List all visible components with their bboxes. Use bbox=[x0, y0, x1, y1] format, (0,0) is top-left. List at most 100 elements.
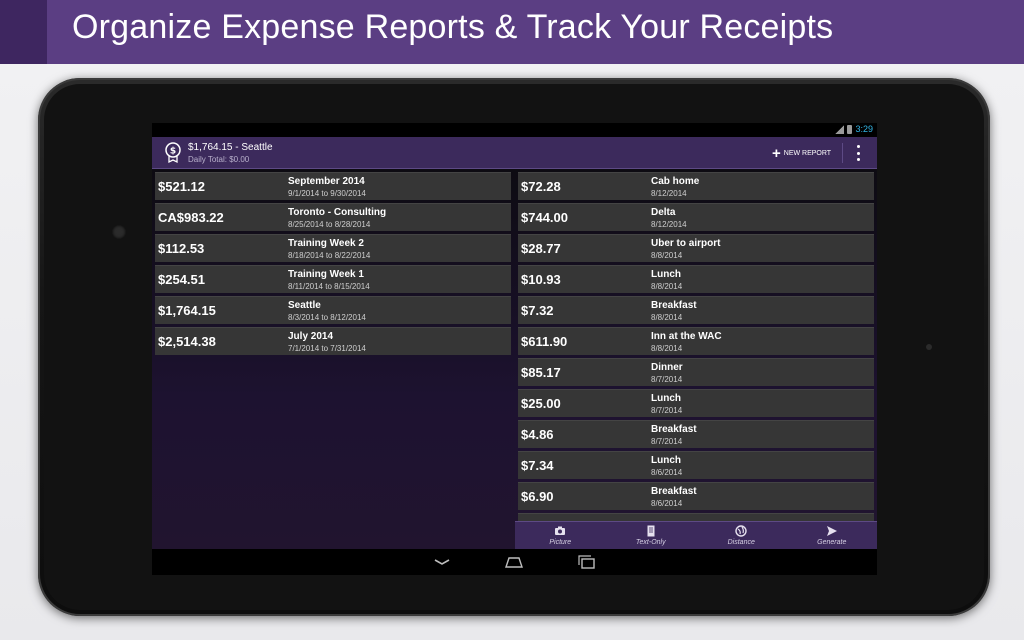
report-row[interactable]: $2,514.38 July 2014 7/1/2014 to 7/31/201… bbox=[155, 327, 511, 355]
status-clock: 3:29 bbox=[855, 124, 873, 134]
report-row[interactable]: $521.12 September 2014 9/1/2014 to 9/30/… bbox=[155, 172, 511, 200]
camera-icon bbox=[555, 526, 566, 535]
receipt-name: Lunch bbox=[651, 269, 681, 280]
receipt-name: Breakfast bbox=[651, 300, 697, 311]
new-report-button[interactable]: + NEW REPORT bbox=[772, 144, 831, 162]
report-name: July 2014 bbox=[288, 331, 334, 342]
send-icon bbox=[826, 526, 837, 536]
light-sensor bbox=[926, 344, 932, 350]
picture-button[interactable]: Picture bbox=[515, 522, 606, 549]
receipt-dollar-icon[interactable]: $ bbox=[164, 142, 182, 164]
svg-text:$: $ bbox=[170, 147, 176, 157]
receipts-list[interactable]: $72.28 Cab home 8/12/2014 $744.00 Delta … bbox=[518, 172, 874, 521]
receipt-name: Dinner bbox=[651, 362, 683, 373]
receipt-date: 8/12/2014 bbox=[651, 189, 687, 198]
receipt-amount: $611.90 bbox=[521, 334, 568, 349]
home-icon[interactable] bbox=[503, 554, 525, 570]
new-report-label: NEW REPORT bbox=[783, 149, 832, 157]
report-amount: CA$983.22 bbox=[158, 210, 224, 225]
receipt-row[interactable]: $744.00 Delta 8/12/2014 bbox=[518, 203, 874, 231]
report-dates: 7/1/2014 to 7/31/2014 bbox=[288, 344, 366, 353]
receipt-toolbar: Picture Text-Only Distance Generate bbox=[515, 521, 877, 549]
receipt-date: 8/7/2014 bbox=[651, 437, 683, 446]
report-row[interactable]: $112.53 Training Week 2 8/18/2014 to 8/2… bbox=[155, 234, 511, 262]
generate-button[interactable]: Generate bbox=[787, 522, 878, 549]
picture-label: Picture bbox=[549, 539, 572, 546]
report-amount: $521.12 bbox=[158, 179, 205, 194]
receipt-row[interactable]: $611.90 Inn at the WAC 8/8/2014 bbox=[518, 327, 874, 355]
report-amount: $112.53 bbox=[158, 241, 205, 256]
receipt-row[interactable]: $7.34 Lunch 8/6/2014 bbox=[518, 451, 874, 479]
report-dates: 9/1/2014 to 9/30/2014 bbox=[288, 189, 366, 198]
receipt-amount: $28.77 bbox=[521, 241, 561, 256]
report-row[interactable]: $1,764.15 Seattle 8/3/2014 to 8/12/2014 bbox=[155, 296, 511, 324]
receipt-amount: $10.93 bbox=[521, 272, 561, 287]
receipt-row[interactable]: $10.93 Lunch 8/8/2014 bbox=[518, 265, 874, 293]
receipt-amount: $744.00 bbox=[521, 210, 568, 225]
report-name: September 2014 bbox=[288, 176, 365, 187]
back-icon[interactable] bbox=[431, 554, 453, 570]
signal-icon bbox=[835, 124, 845, 134]
receipt-row[interactable] bbox=[518, 513, 874, 521]
receipt-date: 8/8/2014 bbox=[651, 251, 683, 260]
content-area: $521.12 September 2014 9/1/2014 to 9/30/… bbox=[152, 169, 877, 549]
receipt-amount: $7.32 bbox=[521, 303, 554, 318]
receipt-date: 8/7/2014 bbox=[651, 375, 683, 384]
navigation-bar bbox=[152, 549, 877, 575]
receipt-row[interactable]: $25.00 Lunch 8/7/2014 bbox=[518, 389, 874, 417]
text-only-button[interactable]: Text-Only bbox=[606, 522, 697, 549]
receipt-row[interactable]: $7.32 Breakfast 8/8/2014 bbox=[518, 296, 874, 324]
report-amount: $254.51 bbox=[158, 272, 205, 287]
receipt-amount: $4.86 bbox=[521, 427, 554, 442]
report-dates: 8/11/2014 to 8/15/2014 bbox=[288, 282, 370, 291]
report-dates: 8/18/2014 to 8/22/2014 bbox=[288, 251, 371, 260]
generate-label: Generate bbox=[817, 539, 847, 546]
receipt-date: 8/6/2014 bbox=[651, 499, 683, 508]
report-name: Training Week 2 bbox=[288, 238, 364, 249]
report-row[interactable]: $254.51 Training Week 1 8/11/2014 to 8/1… bbox=[155, 265, 511, 293]
report-dates: 8/3/2014 to 8/12/2014 bbox=[288, 313, 366, 322]
receipt-date: 8/7/2014 bbox=[651, 406, 683, 415]
actionbar-divider bbox=[842, 143, 843, 163]
report-amount: $1,764.15 bbox=[158, 303, 216, 318]
receipt-name: Cab home bbox=[651, 176, 700, 187]
overflow-menu-icon[interactable] bbox=[853, 145, 863, 161]
banner-stripe bbox=[0, 0, 47, 64]
receipt-date: 8/6/2014 bbox=[651, 468, 683, 477]
receipt-amount: $6.90 bbox=[521, 489, 554, 504]
receipt-date: 8/8/2014 bbox=[651, 313, 683, 322]
receipt-row[interactable]: $4.86 Breakfast 8/7/2014 bbox=[518, 420, 874, 448]
distance-button[interactable]: Distance bbox=[696, 522, 787, 549]
front-camera bbox=[112, 225, 126, 239]
receipt-name: Delta bbox=[651, 207, 676, 218]
promo-banner: Organize Expense Reports & Track Your Re… bbox=[0, 0, 1024, 64]
document-icon bbox=[647, 525, 655, 537]
reports-list: $521.12 September 2014 9/1/2014 to 9/30/… bbox=[155, 172, 511, 358]
receipt-name: Breakfast bbox=[651, 486, 697, 497]
status-bar: 3:29 bbox=[152, 123, 877, 137]
daily-total: Daily Total: $0.00 bbox=[188, 155, 250, 164]
receipt-amount: $25.00 bbox=[521, 396, 561, 411]
receipt-date: 8/8/2014 bbox=[651, 282, 683, 291]
report-name: Seattle bbox=[288, 300, 321, 311]
report-row[interactable]: CA$983.22 Toronto - Consulting 8/25/2014… bbox=[155, 203, 511, 231]
receipt-row[interactable]: $6.90 Breakfast 8/6/2014 bbox=[518, 482, 874, 510]
receipt-name: Uber to airport bbox=[651, 238, 721, 249]
report-dates: 8/25/2014 to 8/28/2014 bbox=[288, 220, 371, 229]
receipt-date: 8/8/2014 bbox=[651, 344, 683, 353]
receipt-row[interactable]: $28.77 Uber to airport 8/8/2014 bbox=[518, 234, 874, 262]
receipt-date: 8/12/2014 bbox=[651, 220, 687, 229]
receipt-row[interactable]: $85.17 Dinner 8/7/2014 bbox=[518, 358, 874, 386]
receipt-name: Lunch bbox=[651, 393, 681, 404]
receipt-name: Lunch bbox=[651, 455, 681, 466]
receipt-amount: $72.28 bbox=[521, 179, 561, 194]
report-name: Toronto - Consulting bbox=[288, 207, 387, 218]
distance-label: Distance bbox=[727, 539, 755, 546]
receipt-amount: $7.34 bbox=[521, 458, 554, 473]
report-title: $1,764.15 - Seattle bbox=[188, 142, 273, 153]
battery-icon bbox=[847, 124, 853, 134]
receipt-row[interactable]: $72.28 Cab home 8/12/2014 bbox=[518, 172, 874, 200]
receipt-name: Inn at the WAC bbox=[651, 331, 722, 342]
receipt-name: Breakfast bbox=[651, 424, 697, 435]
recent-apps-icon[interactable] bbox=[576, 554, 598, 570]
